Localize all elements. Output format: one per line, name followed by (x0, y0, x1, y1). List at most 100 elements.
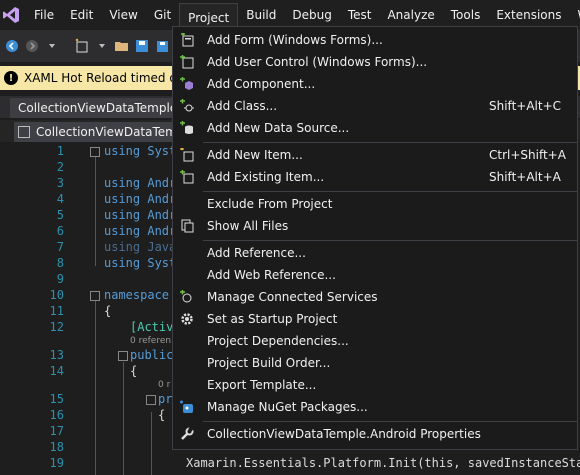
add-data-source-icon (179, 120, 195, 136)
menu-project-properties[interactable]: CollectionViewDataTemple.Android Propert… (173, 423, 577, 445)
document-tab[interactable]: CollectionViewDataTemple.An (10, 98, 180, 118)
code-line: Xamarin.Essentials.Platform.Init(this, s… (186, 456, 580, 470)
menu-extensions[interactable]: Extensions (488, 2, 569, 28)
file-tab[interactable]: CollectionViewDataTemple (14, 122, 184, 142)
save-all-icon[interactable] (154, 38, 170, 54)
menu-item-label: Add Class... (207, 99, 278, 113)
visual-studio-logo-icon[interactable] (2, 4, 20, 26)
menu-item-label: Add Existing Item... (207, 170, 325, 184)
open-folder-icon[interactable] (114, 38, 130, 54)
code-line: [Activ (130, 320, 174, 334)
gear-icon (179, 311, 195, 327)
menu-export-template[interactable]: Export Template... (173, 374, 577, 396)
menu-item-label: Add New Item... (207, 148, 303, 162)
menu-add-form[interactable]: Add Form (Windows Forms)... (173, 29, 577, 51)
menu-project-build-order[interactable]: Project Build Order... (173, 352, 577, 374)
menu-separator (203, 240, 577, 241)
menu-add-user-control[interactable]: Add User Control (Windows Forms)... (173, 51, 577, 73)
code-line: using Andr (104, 224, 177, 238)
menu-add-component[interactable]: Add Component... (173, 73, 577, 95)
back-icon[interactable] (4, 38, 20, 54)
menu-item-label: Project Build Order... (207, 356, 331, 370)
code-line: { (158, 408, 166, 422)
menu-test[interactable]: Test (340, 2, 380, 28)
line-number: 10 (49, 288, 64, 302)
menu-add-new-item[interactable]: Add New Item... Ctrl+Shift+A (173, 144, 577, 166)
forward-icon[interactable] (24, 38, 40, 54)
menu-add-web-reference[interactable]: Add Web Reference... (173, 264, 577, 286)
line-number: 12 (49, 320, 64, 334)
code-line: { (130, 364, 138, 378)
menu-git[interactable]: Git (146, 2, 179, 28)
menu-tools[interactable]: Tools (443, 2, 489, 28)
menu-separator (203, 421, 577, 422)
menu-view[interactable]: View (101, 2, 145, 28)
menu-manage-nuget-packages[interactable]: Manage NuGet Packages... (173, 396, 577, 418)
menu-add-class[interactable]: Add Class... Shift+Alt+C (173, 95, 577, 117)
line-number: 2 (56, 160, 64, 174)
line-number: 19 (49, 456, 64, 470)
menu-add-reference[interactable]: Add Reference... (173, 242, 577, 264)
menu-debug[interactable]: Debug (284, 2, 339, 28)
line-number: 5 (56, 208, 64, 222)
line-number: 4 (56, 192, 64, 206)
menu-show-all-files[interactable]: Show All Files (173, 215, 577, 237)
menu-manage-connected-services[interactable]: Manage Connected Services (173, 286, 577, 308)
menu-item-label: Add Web Reference... (207, 268, 336, 282)
menu-add-new-data-source[interactable]: Add New Data Source... (173, 117, 577, 139)
line-number: 17 (49, 424, 64, 438)
menu-item-label: Manage NuGet Packages... (207, 400, 368, 414)
code-line: using Andr (104, 208, 177, 222)
line-number: 15 (49, 392, 64, 406)
menu-item-label: Exclude From Project (207, 197, 333, 211)
code-line: using Syst (104, 144, 177, 158)
line-number: 8 (56, 256, 64, 270)
collapse-icon[interactable] (90, 147, 100, 157)
project-menu-dropdown: Add Form (Windows Forms)... Add User Con… (172, 26, 578, 450)
add-component-icon (179, 76, 195, 92)
menu-item-shortcut: Ctrl+Shift+A (489, 148, 566, 162)
menu-set-startup-project[interactable]: Set as Startup Project (173, 308, 577, 330)
menu-project-dependencies[interactable]: Project Dependencies... (173, 330, 577, 352)
dropdown-arrow-icon[interactable] (44, 38, 60, 54)
codelens-references[interactable]: 0 r (158, 380, 170, 390)
add-existing-item-icon (179, 169, 195, 185)
menu-separator (203, 142, 577, 143)
menu-item-label: Add User Control (Windows Forms)... (207, 55, 428, 69)
menu-analyze[interactable]: Analyze (379, 2, 442, 28)
collapse-icon[interactable] (90, 291, 100, 301)
codelens-references[interactable]: 0 referen (130, 336, 171, 346)
code-line: pr (158, 392, 173, 406)
collapse-icon[interactable] (118, 351, 128, 361)
menu-exclude-from-project[interactable]: Exclude From Project (173, 193, 577, 215)
line-number: 9 (56, 272, 64, 286)
code-line: { (104, 304, 112, 318)
line-number: 1 (56, 144, 64, 158)
menu-item-label: Add Form (Windows Forms)... (207, 33, 383, 47)
code-line: using Andr (104, 176, 177, 190)
add-form-icon (179, 32, 195, 48)
menu-item-label: CollectionViewDataTemple.Android Propert… (207, 427, 481, 441)
menu-item-label: Manage Connected Services (207, 290, 378, 304)
menu-item-label: Show All Files (207, 219, 289, 233)
connected-services-icon (179, 289, 195, 305)
menu-build[interactable]: Build (238, 2, 284, 28)
dropdown-arrow-icon[interactable] (94, 38, 110, 54)
menu-item-label: Add Reference... (207, 246, 306, 260)
code-line: public (130, 348, 174, 362)
menu-add-existing-item[interactable]: Add Existing Item... Shift+Alt+A (173, 166, 577, 188)
save-icon[interactable] (134, 38, 150, 54)
menu-item-shortcut: Shift+Alt+C (489, 99, 562, 113)
menu-edit[interactable]: Edit (62, 2, 101, 28)
collapse-icon[interactable] (146, 395, 156, 405)
line-number: 18 (49, 440, 64, 454)
menu-window[interactable]: Wi (570, 2, 580, 28)
add-user-control-icon (179, 54, 195, 70)
line-number: 14 (49, 364, 64, 378)
menu-item-label: Add New Data Source... (207, 121, 350, 135)
show-all-files-icon (179, 218, 195, 234)
add-class-icon (179, 98, 195, 114)
menu-file[interactable]: File (26, 2, 62, 28)
new-project-icon[interactable] (74, 38, 90, 54)
code-line: using Java (104, 240, 177, 254)
